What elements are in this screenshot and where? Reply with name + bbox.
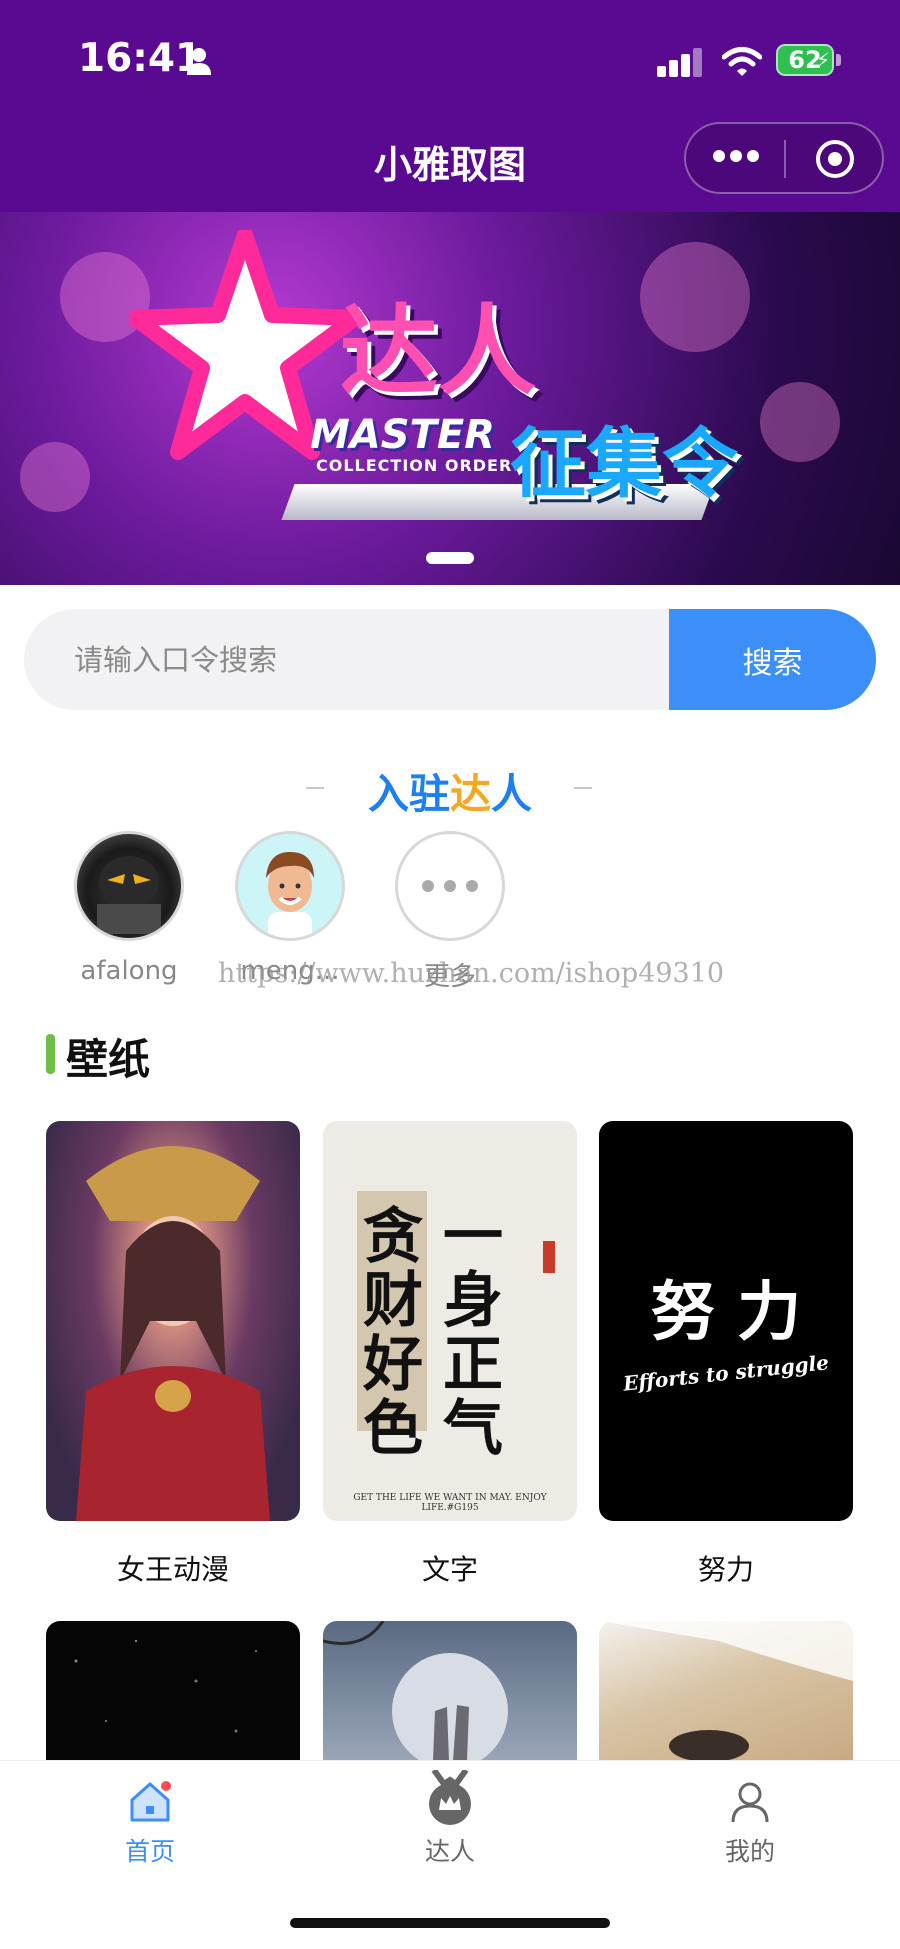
wallpaper-image bbox=[74, 1640, 257, 1733]
charging-icon: ⚡ bbox=[816, 48, 831, 72]
section-title: 壁纸 bbox=[66, 1035, 151, 1084]
wallpaper-image bbox=[76, 1146, 270, 1521]
tab-experts[interactable]: 达人 bbox=[350, 1770, 550, 1870]
wallpaper-label: 女王动漫 bbox=[116, 1553, 229, 1586]
wallpaper-label: 文字 bbox=[421, 1553, 478, 1586]
wallpaper-caption: GET THE LIFE WE WANT IN MAY. ENJOY LIFE.… bbox=[353, 1493, 547, 1513]
wifi-icon bbox=[722, 47, 762, 76]
wallpaper-card[interactable]: 努 力 Efforts to struggle bbox=[599, 1121, 853, 1521]
avatar-image bbox=[97, 856, 161, 934]
calligraphy-text: 贪财好色 bbox=[363, 1202, 423, 1464]
experts-heading-highlight: 达 bbox=[450, 770, 491, 818]
tab-label: 首页 bbox=[124, 1837, 175, 1866]
capsule-divider bbox=[784, 140, 786, 178]
avatar[interactable] bbox=[235, 831, 345, 941]
person-icon bbox=[187, 48, 211, 75]
carousel-indicator[interactable] bbox=[426, 552, 474, 564]
wallpaper-card[interactable] bbox=[599, 1621, 853, 1761]
banner-master-text: MASTER bbox=[310, 412, 495, 458]
experts-heading: 入驻达人 bbox=[0, 760, 900, 820]
experts-heading-part: 人 bbox=[491, 770, 532, 818]
tab-home[interactable]: 首页 bbox=[50, 1770, 250, 1870]
wallpaper-image bbox=[599, 1621, 853, 1761]
search-button[interactable]: 搜索 bbox=[669, 609, 876, 710]
medal-icon bbox=[429, 1770, 471, 1825]
home-icon bbox=[130, 1781, 171, 1822]
close-mini-program-icon[interactable] bbox=[814, 138, 856, 180]
bokeh-light bbox=[20, 442, 90, 512]
wallpaper-caption: Efforts to struggle bbox=[622, 1350, 830, 1396]
section-accent-bar bbox=[46, 1034, 55, 1074]
wallpaper-card[interactable] bbox=[46, 1621, 300, 1761]
seal-stamp bbox=[543, 1241, 555, 1273]
home-indicator[interactable] bbox=[290, 1918, 610, 1928]
wallpaper-image bbox=[323, 1621, 508, 1761]
tab-mine[interactable]: 我的 bbox=[650, 1770, 850, 1870]
wallpaper-label: 努力 bbox=[697, 1553, 754, 1586]
banner-call-text: 征集令 bbox=[510, 419, 738, 508]
banner-title: 达人 bbox=[340, 295, 537, 409]
avatar-image bbox=[266, 852, 314, 938]
tab-label: 达人 bbox=[424, 1837, 475, 1866]
wallpaper-art-text: 努 力 bbox=[650, 1276, 802, 1350]
signal-icon bbox=[657, 48, 702, 77]
tab-label: 我的 bbox=[724, 1837, 775, 1866]
watermark-text: https://www.huzhan.com/ishop49310 bbox=[218, 958, 725, 989]
avatar[interactable] bbox=[74, 831, 184, 941]
battery-tip bbox=[836, 54, 841, 66]
banner-carousel[interactable]: 达人 MASTER COLLECTION ORDER 征集令 bbox=[0, 212, 900, 585]
experts-heading-part: 入驻 bbox=[368, 770, 450, 818]
more-experts-button[interactable] bbox=[395, 831, 505, 941]
heading-dash-right bbox=[574, 787, 592, 789]
expert-name: afalong bbox=[80, 956, 178, 986]
calligraphy-text: 一身正气 bbox=[443, 1202, 503, 1464]
search-input[interactable] bbox=[24, 609, 668, 710]
wallpaper-card[interactable] bbox=[46, 1121, 300, 1521]
status-time: 16:41 bbox=[78, 36, 203, 81]
wallpaper-card[interactable] bbox=[323, 1621, 577, 1761]
banner-subtitle: COLLECTION ORDER bbox=[316, 456, 513, 475]
wallpaper-card[interactable]: 一身正气 贪财好色 GET THE LIFE WE WANT IN MAY. E… bbox=[323, 1121, 577, 1521]
user-icon bbox=[731, 1782, 769, 1823]
more-dots-icon bbox=[422, 880, 478, 892]
more-icon[interactable] bbox=[712, 148, 760, 164]
bokeh-light bbox=[760, 382, 840, 462]
bokeh-light bbox=[640, 242, 750, 352]
